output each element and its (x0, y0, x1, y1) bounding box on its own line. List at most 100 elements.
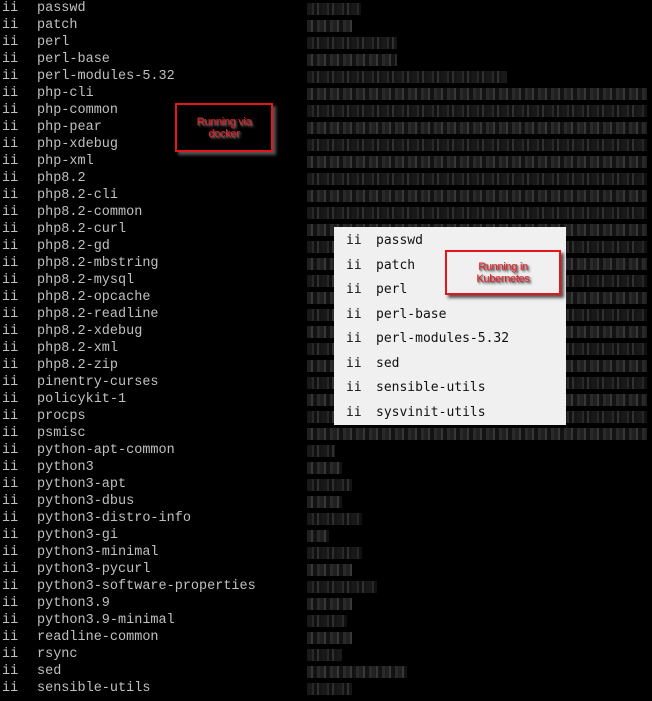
redacted-version (307, 139, 647, 151)
package-name: php8.2-opcache (37, 290, 151, 305)
redacted-version (307, 462, 342, 474)
package-status: ii (346, 355, 362, 371)
package-name: perl-modules-5.32 (376, 331, 510, 346)
package-name: sensible-utils (376, 380, 486, 395)
package-status: ii (2, 188, 19, 203)
package-status: ii (346, 306, 362, 322)
package-status: ii (2, 341, 19, 356)
package-name: patch (376, 257, 416, 273)
package-name: python3-apt (37, 477, 127, 492)
package-name: php-xdebug (37, 137, 119, 152)
package-name: python3-gi (37, 528, 119, 543)
package-status: ii (2, 103, 19, 118)
package-name: psmisc (37, 426, 86, 441)
package-status: ii (2, 35, 19, 50)
package-name: python3-software-properties (37, 579, 256, 594)
package-status: ii (2, 290, 19, 305)
package-name: python3 (37, 460, 94, 475)
redacted-version (307, 649, 342, 661)
package-name: passwd (37, 1, 86, 16)
package-name: sysvinit-utils (376, 404, 486, 420)
redacted-version (307, 683, 352, 695)
package-status: ii (2, 222, 19, 237)
package-status: ii (2, 1, 19, 16)
package-status: ii (2, 375, 19, 390)
redacted-version (307, 598, 352, 610)
package-name: sed (376, 355, 400, 371)
redacted-version (307, 156, 647, 168)
package-name: sed (37, 664, 62, 679)
package-name: python3-pycurl (37, 562, 151, 577)
redacted-version (307, 3, 361, 15)
redacted-version (307, 615, 347, 627)
package-status: ii (2, 681, 19, 696)
package-status: ii (346, 404, 362, 420)
package-name: php8.2-readline (37, 307, 159, 322)
package-name: python3.9 (37, 596, 110, 611)
package-name: php8.2-mbstring (37, 256, 159, 271)
redacted-version (307, 37, 397, 49)
package-status: ii (2, 545, 19, 560)
package-status: ii (2, 596, 19, 611)
package-name: python3-minimal (37, 545, 159, 560)
package-status: ii (346, 233, 362, 248)
package-name: php8.2-cli (37, 188, 119, 203)
package-status: ii (2, 664, 19, 679)
package-name: php8.2-common (37, 205, 143, 220)
package-name: php8.2-zip (37, 358, 119, 373)
package-name: perl-base (37, 52, 110, 67)
package-status: ii (2, 324, 19, 339)
redacted-version (307, 88, 647, 100)
package-status: ii (2, 528, 19, 543)
redacted-version (307, 207, 647, 219)
redacted-version (307, 632, 352, 644)
package-status: ii (2, 460, 19, 475)
redacted-version (307, 513, 362, 525)
package-name: php8.2-xdebug (37, 324, 143, 339)
package-name: python3-distro-info (37, 511, 191, 526)
package-status: ii (2, 69, 19, 84)
docker-annotation: Running via docker (175, 103, 273, 152)
redacted-version (307, 530, 329, 542)
redacted-version (307, 479, 352, 491)
package-status: ii (2, 409, 19, 424)
package-status: ii (346, 282, 362, 297)
package-name: python3-dbus (37, 494, 135, 509)
package-status: ii (2, 18, 19, 33)
package-name: perl (37, 35, 70, 50)
package-status: ii (2, 154, 19, 169)
package-name: python-apt-common (37, 443, 175, 458)
package-name: procps (37, 409, 86, 424)
redacted-version (307, 666, 407, 678)
package-name: php8.2 (37, 171, 86, 186)
package-name: php8.2-xml (37, 341, 119, 356)
redacted-version (307, 581, 377, 593)
package-status: ii (2, 579, 19, 594)
redacted-version (307, 54, 397, 66)
package-name: sensible-utils (37, 681, 151, 696)
kubernetes-annotation-label: Running in Kubernetes (476, 260, 530, 285)
package-status: ii (2, 239, 19, 254)
package-status: ii (2, 392, 19, 407)
package-name: php-xml (37, 154, 94, 169)
package-name: php-common (37, 103, 119, 118)
kubernetes-annotation: Running in Kubernetes (445, 250, 561, 295)
package-status: ii (346, 257, 362, 273)
package-status: ii (2, 120, 19, 135)
package-status: ii (2, 630, 19, 645)
redacted-version (307, 496, 342, 508)
package-name: perl-base (376, 306, 447, 322)
package-name: passwd (376, 233, 423, 248)
package-name: python3.9-minimal (37, 613, 175, 628)
redacted-version (307, 547, 362, 559)
package-status: ii (346, 331, 362, 346)
package-name: pinentry-curses (37, 375, 159, 390)
package-name: php-cli (37, 86, 94, 101)
package-name: php8.2-curl (37, 222, 127, 237)
package-status: ii (346, 380, 362, 395)
package-status: ii (2, 562, 19, 577)
package-status: ii (2, 443, 19, 458)
package-status: ii (2, 86, 19, 101)
redacted-version (307, 105, 647, 117)
package-status: ii (2, 426, 19, 441)
